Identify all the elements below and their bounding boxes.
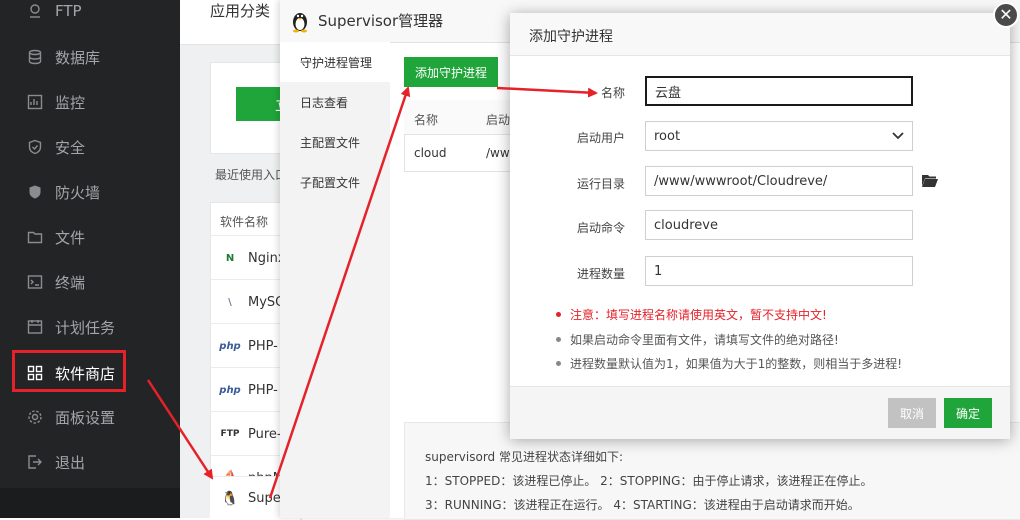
sidebar-item-database[interactable]: 数据库 bbox=[0, 35, 180, 79]
sidebar-item-panel-settings[interactable]: 面板设置 bbox=[0, 395, 180, 439]
clock-icon bbox=[26, 318, 44, 336]
ftp-logo-icon: FTP bbox=[220, 429, 240, 439]
modal-title: 添加守护进程 bbox=[529, 29, 613, 45]
user-select-value: root bbox=[654, 128, 681, 144]
status-info-title: supervisord 常见进程状态详细如下: bbox=[425, 450, 624, 464]
tab-main-config[interactable]: 主配置文件 bbox=[280, 122, 390, 162]
tab-daemon-management[interactable]: 守护进程管理 bbox=[280, 42, 390, 82]
sidebar-item-ftp[interactable]: FTP bbox=[0, 0, 180, 33]
user-select[interactable]: root bbox=[645, 121, 913, 151]
sidebar-item-label: 监控 bbox=[55, 93, 86, 112]
command-input[interactable] bbox=[645, 210, 913, 240]
process-start-cell: /ww bbox=[486, 146, 510, 160]
sidebar-item-firewall[interactable]: 防火墙 bbox=[0, 170, 180, 214]
sidebar-item-label: 退出 bbox=[55, 453, 86, 472]
sidebar-item-label: 数据库 bbox=[55, 48, 101, 67]
nginx-logo-icon: N bbox=[225, 252, 235, 264]
column-header-start: 启动 bbox=[486, 113, 511, 127]
confirm-button[interactable]: 确定 bbox=[944, 398, 992, 428]
mysql-logo-icon: \ bbox=[228, 296, 232, 308]
terminal-icon bbox=[26, 273, 44, 291]
process-count-label: 进程数量 bbox=[576, 267, 625, 281]
sidebar-item-files[interactable]: 文件 bbox=[0, 215, 180, 259]
command-label: 启动命令 bbox=[576, 221, 625, 235]
add-daemon-button[interactable]: 添加守护进程 bbox=[404, 57, 498, 87]
category-title: 应用分类 bbox=[210, 2, 271, 20]
sidebar-item-security[interactable]: 安全 bbox=[0, 125, 180, 169]
sidebar: FTP 数据库 监控 安全 防火墙 文件 终端 计划任务 软件商店 面板设置 退… bbox=[0, 0, 180, 518]
sidebar-footer bbox=[0, 488, 180, 518]
gear-icon bbox=[26, 408, 44, 426]
folder-icon bbox=[26, 228, 44, 246]
sidebar-item-logout[interactable]: 退出 bbox=[0, 440, 180, 484]
sidebar-item-label: 计划任务 bbox=[55, 318, 116, 337]
tip-warning: 注意：填写进程名称请使用英文，暂不支持中文! bbox=[556, 306, 827, 323]
sidebar-item-label: 终端 bbox=[55, 273, 86, 292]
name-label: 名称 bbox=[600, 86, 625, 100]
recent-label: 最近使用入口 bbox=[215, 168, 285, 182]
directory-label: 运行目录 bbox=[576, 177, 625, 191]
firewall-icon bbox=[26, 183, 44, 201]
name-input[interactable] bbox=[645, 76, 913, 106]
table-header: 软件名称 bbox=[220, 215, 269, 229]
php-logo-icon: php bbox=[219, 340, 241, 352]
logout-icon bbox=[26, 453, 44, 471]
shield-icon bbox=[26, 138, 44, 156]
user-label: 启动用户 bbox=[576, 131, 625, 145]
folder-open-icon[interactable] bbox=[922, 174, 938, 188]
sidebar-item-label: 防火墙 bbox=[55, 183, 101, 202]
sidebar-item-label: 安全 bbox=[55, 138, 86, 157]
tip-item: 进程数量默认值为1，如果值为大于1的整数，则相当于多进程! bbox=[556, 355, 902, 372]
tip-text: 进程数量默认值为1，如果值为大于1的整数，则相当于多进程! bbox=[570, 357, 903, 371]
tip-item: 如果启动命令里面有文件，请填写文件的绝对路径! bbox=[556, 331, 839, 348]
tab-sub-config[interactable]: 子配置文件 bbox=[280, 162, 390, 202]
annotation-highlight-box bbox=[12, 350, 126, 392]
penguin-icon bbox=[293, 13, 307, 33]
supervisor-title: Supervisor管理器 bbox=[318, 12, 444, 30]
status-info-line: 1：STOPPED：该进程已停止。 2：STOPPING：由于停止请求，该进程正… bbox=[425, 474, 873, 488]
sidebar-item-monitor[interactable]: 监控 bbox=[0, 80, 180, 124]
sidebar-item-cron[interactable]: 计划任务 bbox=[0, 305, 180, 349]
process-count-input[interactable] bbox=[645, 256, 913, 286]
monitor-icon bbox=[26, 93, 44, 111]
tip-text: 如果启动命令里面有文件，请填写文件的绝对路径! bbox=[570, 333, 839, 347]
php-logo-icon: php bbox=[219, 384, 241, 396]
directory-input[interactable] bbox=[645, 166, 913, 196]
chevron-down-icon bbox=[892, 132, 904, 140]
supervisor-logo-icon: 🐧 bbox=[221, 490, 239, 507]
tip-text: 注意：填写进程名称请使用英文，暂不支持中文! bbox=[570, 308, 827, 322]
sidebar-item-label: 面板设置 bbox=[55, 408, 116, 427]
sidebar-item-terminal[interactable]: 终端 bbox=[0, 260, 180, 304]
status-info-line: 3：RUNNING：该进程正在运行。 4：STARTING：该进程由于启动请求而… bbox=[425, 498, 860, 512]
column-header-name: 名称 bbox=[414, 113, 439, 127]
sidebar-item-label: 文件 bbox=[55, 228, 86, 247]
sidebar-item-label: FTP bbox=[55, 2, 82, 20]
close-icon[interactable]: ✕ bbox=[993, 2, 1019, 28]
process-name-cell: cloud bbox=[414, 146, 447, 160]
cancel-button[interactable]: 取消 bbox=[888, 398, 936, 428]
database-icon bbox=[26, 48, 44, 66]
tab-log-view[interactable]: 日志查看 bbox=[280, 82, 390, 122]
modal-header: 添加守护进程 bbox=[510, 13, 1010, 56]
ftp-icon bbox=[26, 2, 44, 20]
